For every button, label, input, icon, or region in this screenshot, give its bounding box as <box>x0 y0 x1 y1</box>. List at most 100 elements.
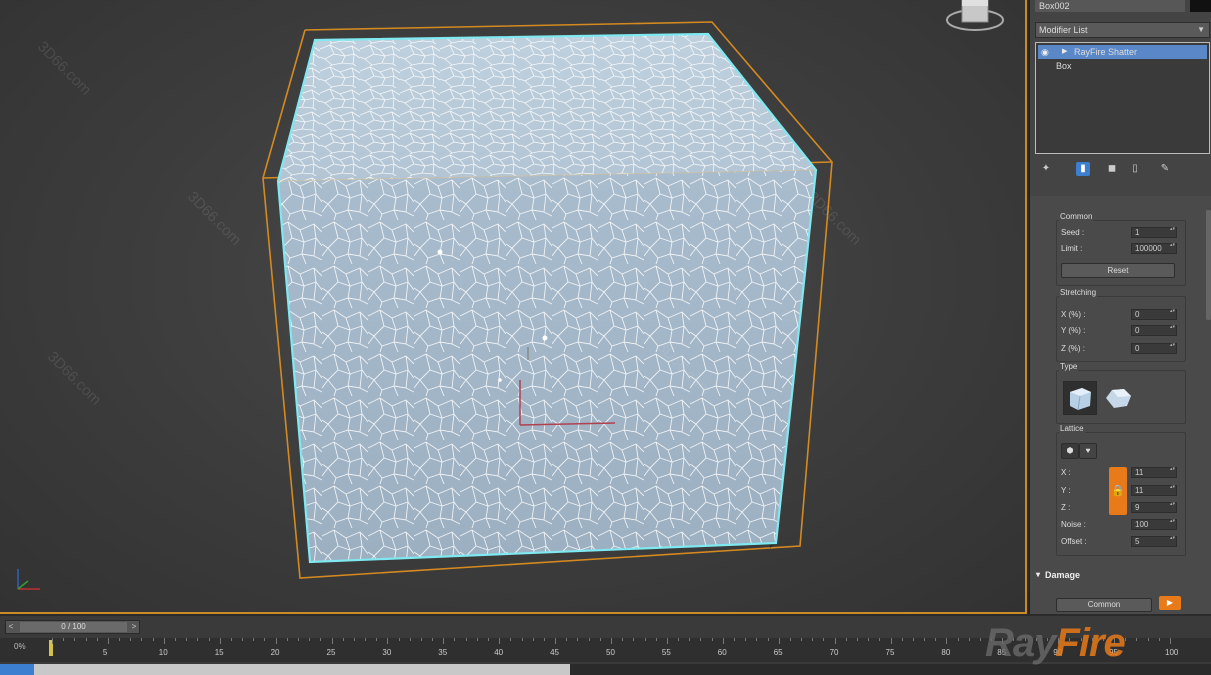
stretch-z-spinner[interactable]: 0 <box>1131 343 1177 354</box>
offset-spinner[interactable]: 5 <box>1131 536 1177 547</box>
pin-stack-icon[interactable]: ✦ <box>1039 162 1053 176</box>
timeline-tick <box>63 638 65 641</box>
lattice-split-button[interactable]: ♥ <box>1079 443 1097 459</box>
timeline-tick <box>141 638 143 641</box>
perspective-viewport[interactable]: 3D66.com 3D66.com 3D66.com 3D66.com 3D66… <box>0 0 1027 614</box>
timeline-tick <box>845 638 847 641</box>
timeline-tick-label: 50 <box>606 648 615 657</box>
frame-display[interactable]: 0 / 100 <box>20 622 127 632</box>
timeline-tick <box>979 638 981 641</box>
lattice-x-label: X : <box>1061 468 1071 477</box>
timeline-tick <box>432 638 434 641</box>
maxscript-listener[interactable] <box>0 664 570 675</box>
lattice-z-row: Z : 9 <box>1061 502 1181 514</box>
timeline-tick-label: 25 <box>326 648 336 657</box>
stretch-y-label: Y (%) : <box>1061 326 1086 335</box>
timeline-tick <box>901 638 903 641</box>
damage-rollout-header[interactable]: Damage <box>1035 568 1207 582</box>
timeline-tick-label: 65 <box>773 648 783 657</box>
eye-icon[interactable]: ◉ <box>1041 45 1049 59</box>
shattered-box-mesh[interactable] <box>0 0 1027 614</box>
timeline-tick-label: 30 <box>382 648 392 657</box>
object-name-field[interactable]: Box002 <box>1035 0 1185 12</box>
reset-button[interactable]: Reset <box>1061 263 1175 278</box>
modifier-stack[interactable]: ◉ ▶ RayFire Shatter Box <box>1035 42 1210 154</box>
timeline-tick <box>353 638 355 641</box>
timeline-tick <box>1147 638 1149 641</box>
prev-frame-icon[interactable]: < <box>6 621 16 633</box>
noise-label: Noise : <box>1061 520 1086 529</box>
expand-arrow-icon[interactable]: ▶ <box>1062 45 1067 59</box>
timeline-tick <box>52 638 53 644</box>
object-color-swatch[interactable] <box>1190 0 1211 12</box>
timeline-tick <box>152 638 154 641</box>
stretching-group: Stretching X (%) : 0 Y (%) : 0 Z (%) : 0 <box>1056 288 1186 362</box>
timeline-tick <box>700 638 702 641</box>
timeline-tick <box>577 638 579 641</box>
timeline-tick <box>186 638 188 641</box>
stretch-x-spinner[interactable]: 0 <box>1131 309 1177 320</box>
modifier-list-dropdown[interactable]: Modifier List ▼ <box>1035 22 1210 38</box>
stretch-y-spinner[interactable]: 0 <box>1131 325 1177 336</box>
timeline-tick <box>443 638 445 644</box>
timeline-tick <box>924 638 926 641</box>
timeline-tick-label: 20 <box>270 648 280 657</box>
lattice-z-spinner[interactable]: 9 <box>1131 502 1177 513</box>
make-unique-icon[interactable]: ◼ <box>1105 162 1119 176</box>
panel-scrollbar[interactable] <box>1206 210 1211 320</box>
rollout-scroll-area[interactable]: Common Seed : 1 Limit : 100000 Reset Str… <box>1030 196 1211 614</box>
cube-fragment-icon <box>1070 388 1091 411</box>
timeline-tick <box>521 638 523 641</box>
lattice-shape-button[interactable]: ⬢ <box>1061 443 1079 459</box>
timeline-tick <box>644 638 646 641</box>
timeline-tick <box>398 638 400 641</box>
lattice-y-spinner[interactable]: 11 <box>1131 485 1177 496</box>
configure-sets-icon[interactable]: ✎ <box>1158 162 1172 176</box>
lattice-group: Lattice ⬢ ♥ 🔒 X : 11 Y : 11 Z : 9 Noise … <box>1056 424 1186 556</box>
timeline-tick <box>1170 638 1171 644</box>
show-end-result-icon[interactable]: ▮ <box>1076 162 1090 176</box>
status-bar <box>0 664 1211 675</box>
timeline-tick <box>968 638 970 641</box>
stack-toolbar: ✦ ▮ ◼ ▯ ✎ <box>1035 160 1210 178</box>
offset-row: Offset : 5 <box>1061 536 1181 548</box>
stack-item-label: RayFire Shatter <box>1074 47 1138 57</box>
timeline-tick <box>130 638 132 641</box>
timeline-tick <box>879 638 881 641</box>
next-frame-icon[interactable]: > <box>129 621 139 633</box>
timeline-tick-label: 70 <box>829 648 839 657</box>
damage-play-button[interactable]: ▶ <box>1159 596 1181 610</box>
stack-item-rayfire-shatter[interactable]: ◉ ▶ RayFire Shatter <box>1038 45 1207 59</box>
voronoi-rock-type-button[interactable] <box>1101 381 1135 415</box>
timeline-tick-label: 60 <box>717 648 727 657</box>
voronoi-cube-type-button[interactable] <box>1063 381 1097 415</box>
type-title: Type <box>1059 362 1079 371</box>
timeline-tick <box>488 638 490 641</box>
timeline-tick <box>856 638 858 641</box>
timeline-tick <box>678 638 680 641</box>
timeline-tick-label: 45 <box>550 648 559 657</box>
time-slider[interactable]: < 0 / 100 > <box>5 620 140 634</box>
timeline-tick <box>365 638 367 641</box>
timeline-tick <box>163 638 165 644</box>
timeline-tick <box>454 638 456 641</box>
noise-row: Noise : 100 <box>1061 519 1181 531</box>
viewcube-icon[interactable] <box>940 0 1010 40</box>
timeline-tick <box>320 638 322 641</box>
lattice-y-row: Y : 11 <box>1061 485 1181 497</box>
timeline-tick <box>309 638 311 641</box>
timeline-tick <box>711 638 713 641</box>
seed-spinner[interactable]: 1 <box>1131 227 1177 238</box>
timeline-tick <box>342 638 344 641</box>
timeline-tick <box>174 638 176 641</box>
timeline-tick-label: 15 <box>214 648 224 657</box>
noise-spinner[interactable]: 100 <box>1131 519 1177 530</box>
timeline-tick <box>242 638 244 641</box>
damage-common-button[interactable]: Common <box>1056 598 1152 612</box>
timeline-tick-label: 10 <box>158 648 168 657</box>
lattice-x-spinner[interactable]: 11 <box>1131 467 1177 478</box>
limit-spinner[interactable]: 100000 <box>1131 243 1177 254</box>
stack-item-box[interactable]: Box <box>1036 59 1209 73</box>
stack-item-label: Box <box>1056 61 1072 71</box>
remove-modifier-icon[interactable]: ▯ <box>1128 162 1142 176</box>
